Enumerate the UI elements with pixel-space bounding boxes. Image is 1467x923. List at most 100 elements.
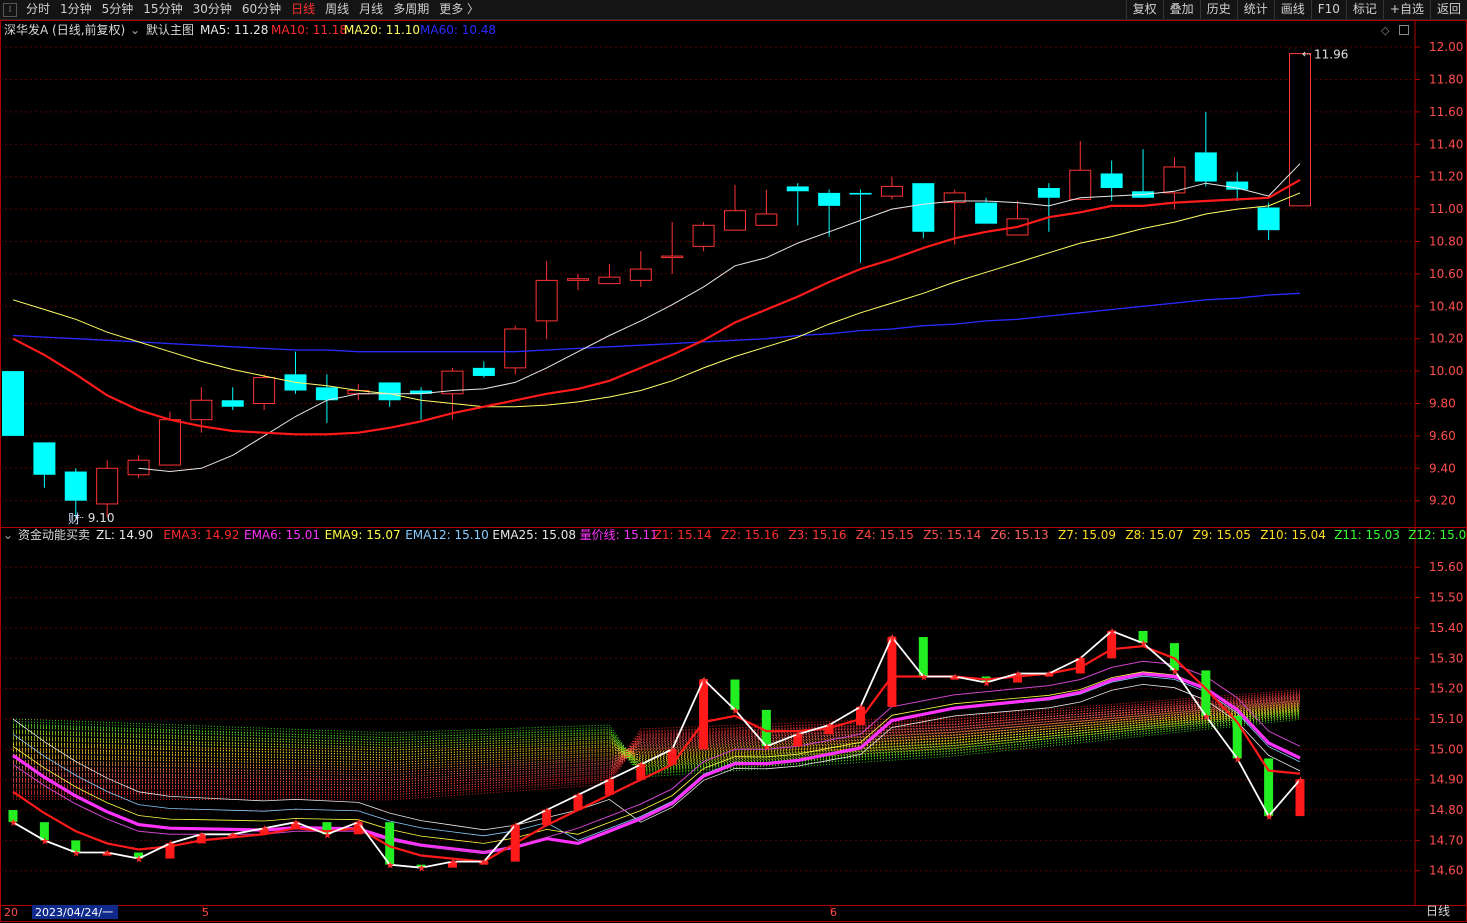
main-y-tick-label: 10.60 [1429, 267, 1463, 281]
candle[interactable] [472, 361, 495, 378]
candle[interactable] [818, 189, 841, 237]
candle[interactable] [1006, 201, 1029, 236]
sub-chevron-icon[interactable]: ⌄ [3, 528, 13, 542]
candle[interactable] [221, 387, 244, 410]
sub-legend-item: Z5: 15.14 [923, 528, 981, 542]
candle-body [849, 192, 872, 195]
candle[interactable] [661, 222, 684, 274]
period-tab-10[interactable]: 更多 〉 [434, 0, 484, 19]
candle[interactable] [347, 384, 370, 401]
main-legend-item: MA5: 11.28 [200, 23, 268, 37]
candle[interactable] [2, 371, 24, 436]
period-tab-0[interactable]: 分时 [21, 0, 55, 19]
sub-legend-item: EMA25: 15.08 [492, 528, 576, 542]
candle-body [786, 186, 809, 192]
sub-legend-item: Z4: 15.15 [856, 528, 914, 542]
candle[interactable] [880, 176, 903, 200]
candle[interactable] [755, 189, 778, 226]
menu-icon[interactable]: ⁞ [3, 2, 17, 17]
sub-legend-item: 量价线: 15.11 [580, 528, 658, 542]
candle[interactable] [1037, 183, 1060, 232]
candle[interactable] [96, 460, 119, 517]
cai-marker: 财 [68, 512, 80, 526]
star-icon: ★ [72, 849, 81, 860]
tool-button-2[interactable]: 历史 [1199, 0, 1237, 19]
candle[interactable] [1069, 141, 1092, 200]
candle[interactable] [284, 351, 307, 394]
candle[interactable] [1100, 160, 1123, 202]
candle-body [1100, 173, 1123, 189]
period-tab-9[interactable]: 多周期 [388, 0, 434, 19]
tool-button-0[interactable]: 复权 [1125, 0, 1163, 19]
period-tab-1[interactable]: 1分钟 [55, 0, 97, 19]
candle-body [818, 192, 841, 206]
z-band-line [12, 703, 1301, 774]
star-icon: ★ [543, 806, 552, 817]
sub-legend-item: ZL: 14.90 [96, 528, 153, 542]
z-band-line [12, 705, 1301, 776]
sub-y-tick-label: 14.90 [1429, 773, 1463, 787]
main-y-tick-label: 11.60 [1429, 105, 1463, 119]
maximize-icon[interactable] [1399, 25, 1409, 35]
candle[interactable] [535, 260, 558, 339]
candle[interactable] [504, 325, 527, 375]
star-icon: ★ [323, 830, 332, 841]
diamond-icon[interactable]: ◇ [1381, 24, 1390, 37]
star-icon: ★ [1265, 812, 1274, 823]
candle[interactable] [410, 387, 433, 420]
tool-button-5[interactable]: F10 [1310, 0, 1346, 19]
star-icon: ★ [1108, 627, 1117, 638]
main-chevron-icon[interactable]: ⌄ [130, 23, 140, 37]
tool-button-6[interactable]: 标记 [1345, 0, 1383, 19]
candle[interactable] [33, 442, 56, 488]
tool-button-7[interactable]: +自选 [1382, 0, 1430, 19]
star-icon: ★ [794, 730, 803, 741]
main-y-tick-label: 9.80 [1429, 397, 1456, 411]
candle[interactable] [1257, 202, 1280, 240]
candle[interactable] [253, 374, 276, 410]
tool-button-3[interactable]: 统计 [1236, 0, 1274, 19]
period-tab-6[interactable]: 日线 [286, 0, 320, 19]
candle[interactable] [912, 183, 935, 239]
main-legend: 深华发A (日线,前复权) ⌄ 默认主图 MA5: 11.28 MA10: 11.18M… [4, 22, 1409, 37]
star-icon: ★ [197, 830, 206, 841]
period-tab-7[interactable]: 周线 [320, 0, 354, 19]
candle[interactable] [1194, 111, 1217, 187]
candle[interactable] [567, 273, 590, 291]
star-icon: ★ [1139, 639, 1148, 650]
sub-legend-item: EMA3: 14.92 [163, 528, 239, 542]
period-tab-4[interactable]: 30分钟 [188, 0, 237, 19]
period-tab-2[interactable]: 5分钟 [97, 0, 139, 19]
tool-button-1[interactable]: 叠加 [1162, 0, 1200, 19]
finance-marker[interactable]: 财 [68, 512, 80, 526]
star-icon: ★ [40, 836, 49, 847]
momentum-bar [887, 637, 897, 707]
main-template-label[interactable]: 默认主图 [146, 22, 194, 37]
candle[interactable] [64, 468, 87, 517]
period-tab-8[interactable]: 月线 [354, 0, 388, 19]
candle[interactable] [127, 455, 150, 479]
candle[interactable] [629, 251, 652, 287]
candle-body [2, 371, 24, 436]
period-tab-3[interactable]: 15分钟 [138, 0, 187, 19]
sub-legend-item: EMA12: 15.10 [405, 528, 489, 542]
star-icon: ★ [448, 858, 457, 869]
period-label[interactable]: 日线 [1426, 904, 1450, 918]
tool-button-4[interactable]: 画线 [1273, 0, 1311, 19]
candle[interactable] [723, 184, 746, 231]
candle[interactable] [849, 189, 872, 263]
star-icon: ★ [511, 821, 520, 832]
ma10-line [12, 178, 1301, 436]
star-icon: ★ [386, 861, 395, 872]
sub-legend-item: EMA9: 15.07 [325, 528, 401, 542]
period-tab-5[interactable]: 60分钟 [237, 0, 286, 19]
z-band-line [13, 694, 1301, 798]
tool-button-8[interactable]: 返回 [1429, 0, 1467, 19]
candle[interactable] [692, 222, 715, 252]
indicator-name[interactable]: 资金动能买卖 [18, 527, 90, 542]
candle[interactable] [786, 183, 809, 226]
star-icon: ★ [857, 703, 866, 714]
star-icon: ★ [668, 745, 677, 756]
main-y-tick-label: 9.60 [1429, 429, 1456, 443]
candle[interactable] [1132, 149, 1155, 198]
